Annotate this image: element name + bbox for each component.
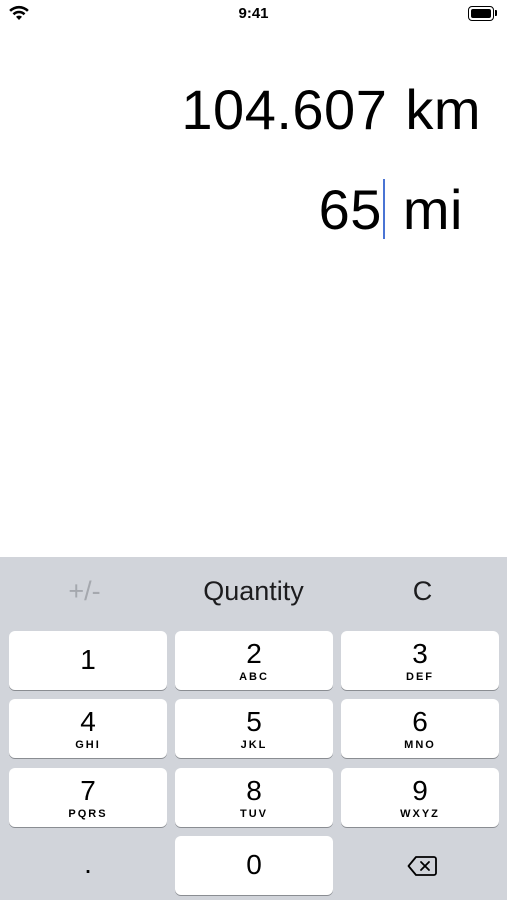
key-letters: TUV <box>240 808 268 820</box>
key-0[interactable]: 0 <box>175 836 333 895</box>
delete-key[interactable] <box>341 836 499 895</box>
key-9[interactable]: 9 WXYZ <box>341 768 499 827</box>
quantity-button[interactable]: Quantity <box>169 571 338 611</box>
key-1[interactable]: 1 <box>9 631 167 690</box>
conversion-display: 104.607 km 65 mi <box>181 78 481 242</box>
decimal-point-key[interactable]: . <box>9 836 167 895</box>
key-6[interactable]: 6 MNO <box>341 699 499 758</box>
key-digit: 0 <box>246 849 262 880</box>
key-letters: PQRS <box>68 808 108 820</box>
key-digit: 4 <box>80 706 96 737</box>
key-letters: GHI <box>75 739 101 751</box>
key-4[interactable]: 4 GHI <box>9 699 167 758</box>
key-digit: 6 <box>412 706 428 737</box>
key-digit: 8 <box>246 775 262 806</box>
result-line: 104.607 km <box>181 78 481 142</box>
input-value[interactable]: 65 <box>319 178 382 241</box>
key-3[interactable]: 3 DEF <box>341 631 499 690</box>
key-digit: 7 <box>80 775 96 806</box>
delete-backspace-icon <box>407 856 437 876</box>
text-cursor <box>382 179 385 239</box>
key-2[interactable]: 2 ABC <box>175 631 333 690</box>
key-letters: DEF <box>406 671 434 683</box>
key-5[interactable]: 5 JKL <box>175 699 333 758</box>
key-digit: 3 <box>412 638 428 669</box>
key-digit: 5 <box>246 706 262 737</box>
keyboard-toolbar: +/- Quantity C <box>0 557 507 625</box>
status-bar: 9:41 <box>0 0 507 30</box>
input-unit[interactable]: mi <box>403 178 463 241</box>
key-7[interactable]: 7 PQRS <box>9 768 167 827</box>
numeric-keyboard: +/- Quantity C 1 2 ABC 3 DEF 4 GHI 5 JKL… <box>0 557 507 900</box>
key-digit: 9 <box>412 775 428 806</box>
result-unit[interactable]: km <box>405 78 481 141</box>
clear-button[interactable]: C <box>338 571 507 611</box>
key-letters: JKL <box>240 739 268 751</box>
plus-minus-button[interactable]: +/- <box>0 571 169 611</box>
battery-icon <box>468 6 498 21</box>
input-line[interactable]: 65 mi <box>181 178 481 242</box>
result-value: 104.607 <box>181 78 388 141</box>
key-letters: WXYZ <box>400 808 440 820</box>
key-8[interactable]: 8 TUV <box>175 768 333 827</box>
status-time: 9:41 <box>238 5 269 22</box>
key-letters: MNO <box>404 739 436 751</box>
key-digit: 2 <box>246 638 262 669</box>
key-letters: ABC <box>239 671 269 683</box>
key-digit: 1 <box>80 644 96 675</box>
key-symbol: . <box>84 848 92 879</box>
